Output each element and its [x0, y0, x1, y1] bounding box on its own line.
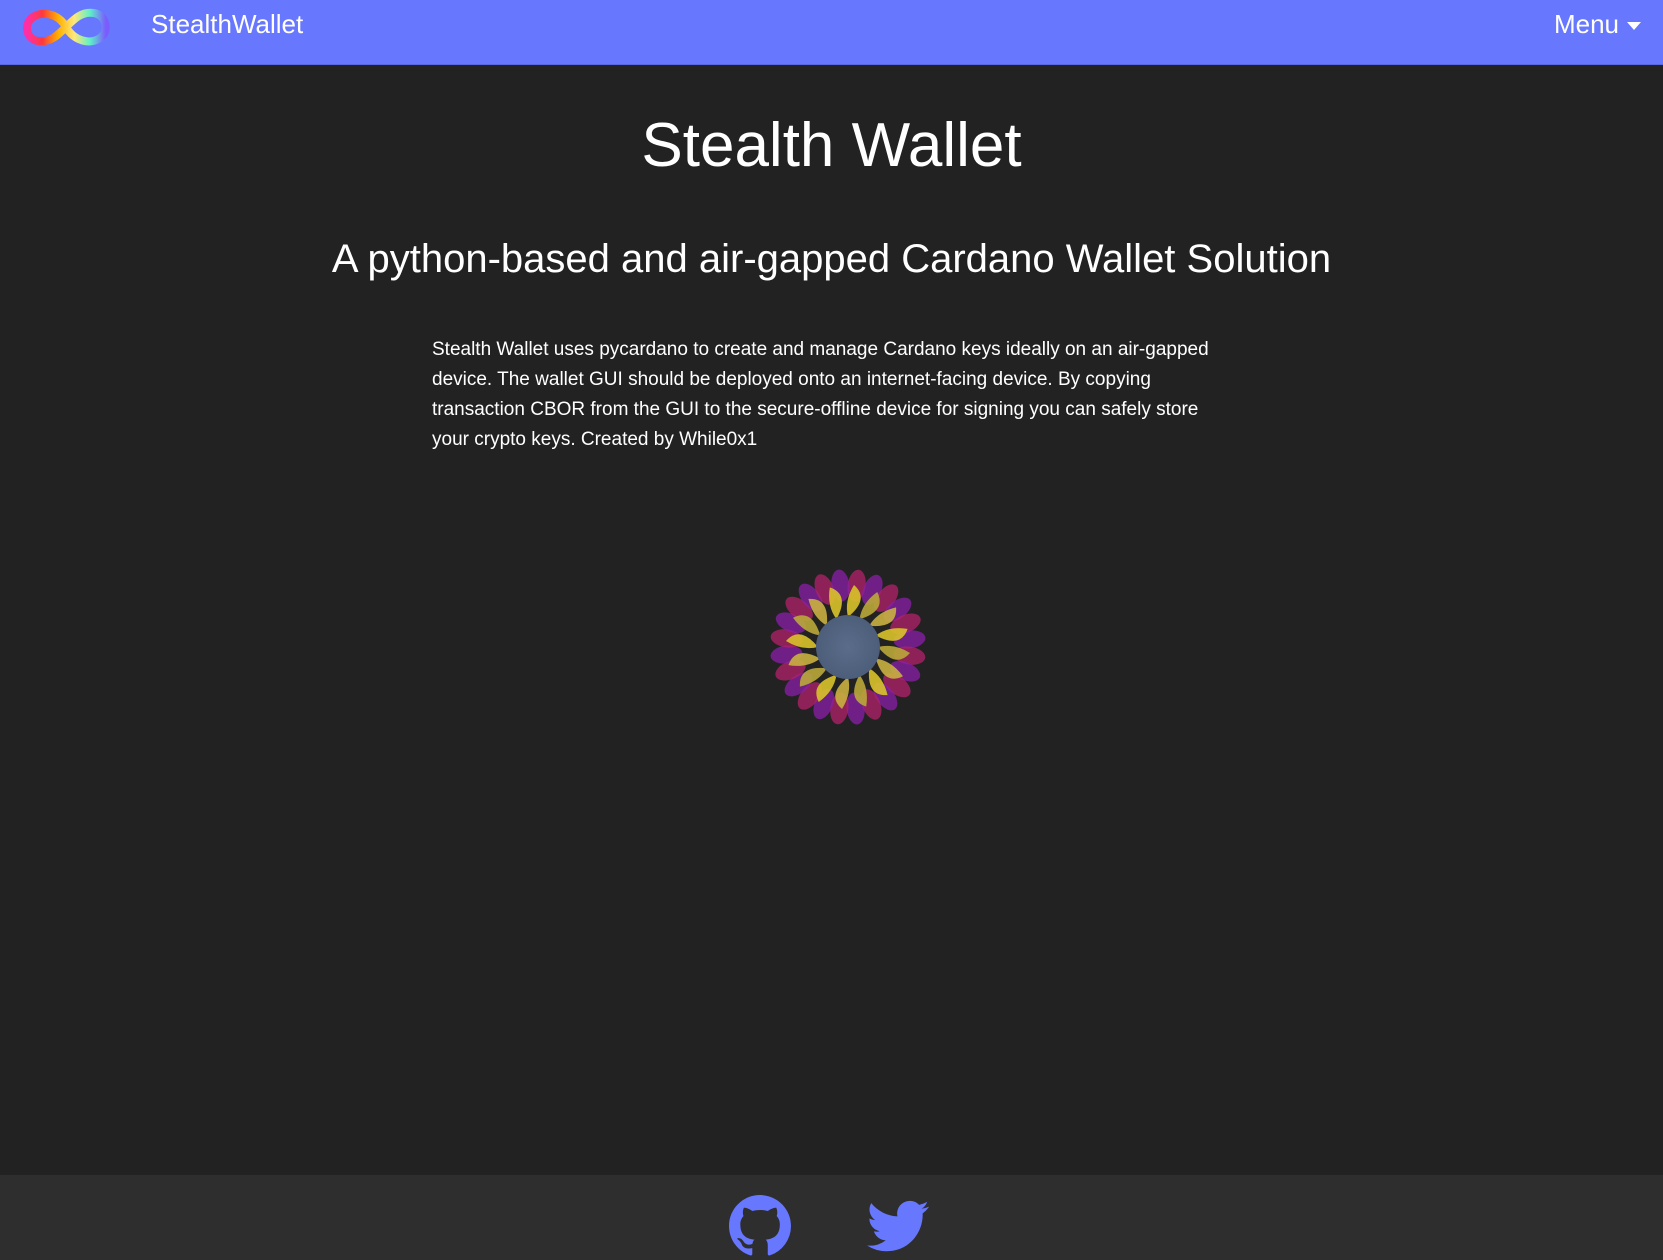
page-footer: [0, 1175, 1663, 1260]
page-subtitle: A python-based and air-gapped Cardano Wa…: [331, 237, 1332, 281]
page-title: Stealth Wallet: [641, 111, 1022, 180]
brand-link[interactable]: StealthWallet: [151, 9, 303, 40]
infinity-logo-icon[interactable]: [18, 5, 114, 50]
top-navbar: StealthWallet Menu: [0, 0, 1663, 65]
intro-description: Stealth Wallet uses pycardano to create …: [432, 339, 1209, 450]
menu-label: Menu: [1553, 9, 1619, 39]
github-icon[interactable]: [729, 1195, 791, 1257]
twitter-icon[interactable]: [867, 1195, 929, 1257]
loading-spinner-icon: [770, 567, 926, 727]
caret-down-icon: [1627, 21, 1641, 30]
menu-dropdown-toggle[interactable]: Menu: [1554, 9, 1641, 40]
